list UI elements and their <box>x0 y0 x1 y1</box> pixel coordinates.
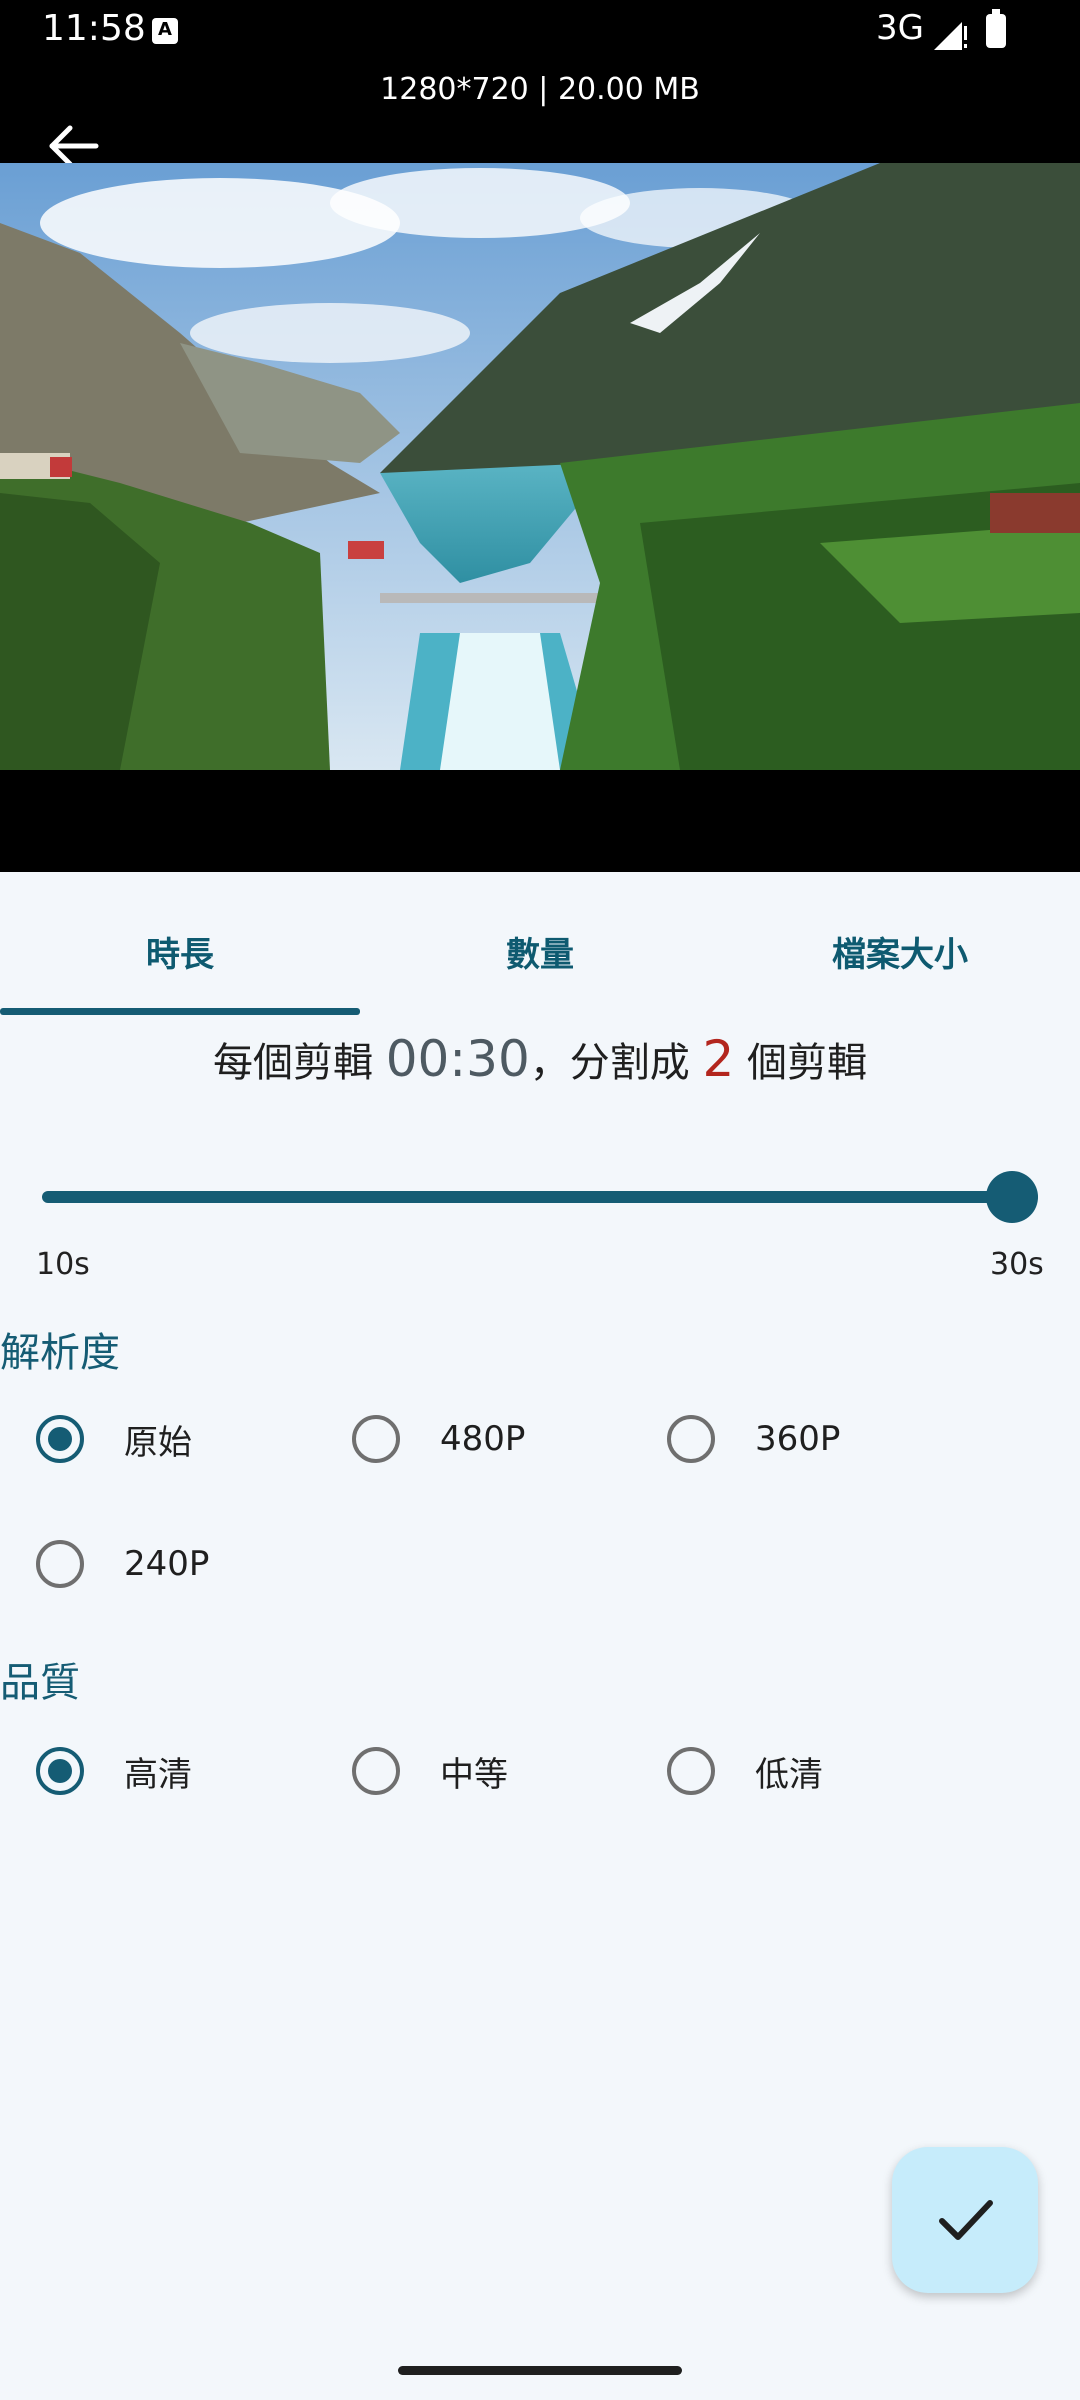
radio-selected-icon[interactable] <box>36 1747 84 1795</box>
summary-count: 2 <box>702 1030 735 1088</box>
slider-max-label: 30s <box>990 1247 1044 1282</box>
resolution-option-360p[interactable]: 360P <box>667 1404 840 1474</box>
quality-option-medium[interactable]: 中等 <box>352 1736 508 1806</box>
status-bar: 11:58 3G <box>0 0 1080 62</box>
resolution-option-label: 240P <box>124 1544 210 1584</box>
resolution-option-label: 原始 <box>124 1422 192 1463</box>
quality-option-label: 中等 <box>440 1754 508 1795</box>
summary-suffix: 個剪輯 <box>747 1040 868 1086</box>
radio-unselected-icon[interactable] <box>36 1540 84 1588</box>
summary-prefix: 每個剪輯 <box>212 1040 373 1086</box>
slider-thumb[interactable] <box>986 1171 1038 1223</box>
check-icon <box>939 2200 993 2240</box>
radio-unselected-icon[interactable] <box>352 1747 400 1795</box>
tab-duration[interactable]: 時長 <box>0 927 360 976</box>
resolution-option-480p[interactable]: 480P <box>352 1404 525 1474</box>
radio-unselected-icon[interactable] <box>667 1415 715 1463</box>
tab-file-size[interactable]: 檔案大小 <box>720 927 1080 976</box>
resolution-option-label: 480P <box>440 1419 526 1459</box>
battery-icon <box>986 9 1006 48</box>
status-time: 11:58 <box>42 8 146 49</box>
resolution-title: 解析度 <box>0 1330 120 1376</box>
network-type: 3G <box>876 8 924 48</box>
summary-middle: ，分割成 <box>529 1040 690 1086</box>
quality-option-label: 低清 <box>755 1754 823 1795</box>
quality-option-label: 高清 <box>124 1754 192 1795</box>
tab-indicator <box>0 1008 360 1015</box>
slider-track[interactable] <box>42 1191 1038 1203</box>
video-preview-area: 11:58 3G 1280*720 | 20.00 MB <box>0 0 1080 872</box>
file-info: 1280*720 | 20.00 MB <box>380 72 700 107</box>
quality-option-low[interactable]: 低清 <box>667 1736 823 1806</box>
radio-selected-icon[interactable] <box>36 1415 84 1463</box>
confirm-button[interactable] <box>892 2147 1038 2293</box>
summary-duration: 00:30 <box>385 1030 530 1088</box>
split-summary: 每個剪輯 00:30，分割成 2 個剪輯 <box>0 1030 1080 1088</box>
tab-count[interactable]: 數量 <box>360 927 720 976</box>
radio-unselected-icon[interactable] <box>667 1747 715 1795</box>
resolution-option-240p[interactable]: 240P <box>36 1529 209 1599</box>
split-mode-tabs: 時長 數量 檔案大小 <box>0 872 1080 1017</box>
signal-icon <box>934 22 967 50</box>
resolution-option-original[interactable]: 原始 <box>36 1404 192 1474</box>
radio-unselected-icon[interactable] <box>352 1415 400 1463</box>
notification-icon <box>152 18 178 44</box>
video-frame[interactable] <box>0 163 1080 770</box>
duration-slider[interactable] <box>42 1162 1038 1232</box>
resolution-option-label: 360P <box>755 1419 841 1459</box>
quality-option-high[interactable]: 高清 <box>36 1736 192 1806</box>
slider-min-label: 10s <box>36 1247 90 1282</box>
gesture-nav-bar[interactable] <box>398 2366 682 2375</box>
quality-title: 品質 <box>0 1660 80 1706</box>
